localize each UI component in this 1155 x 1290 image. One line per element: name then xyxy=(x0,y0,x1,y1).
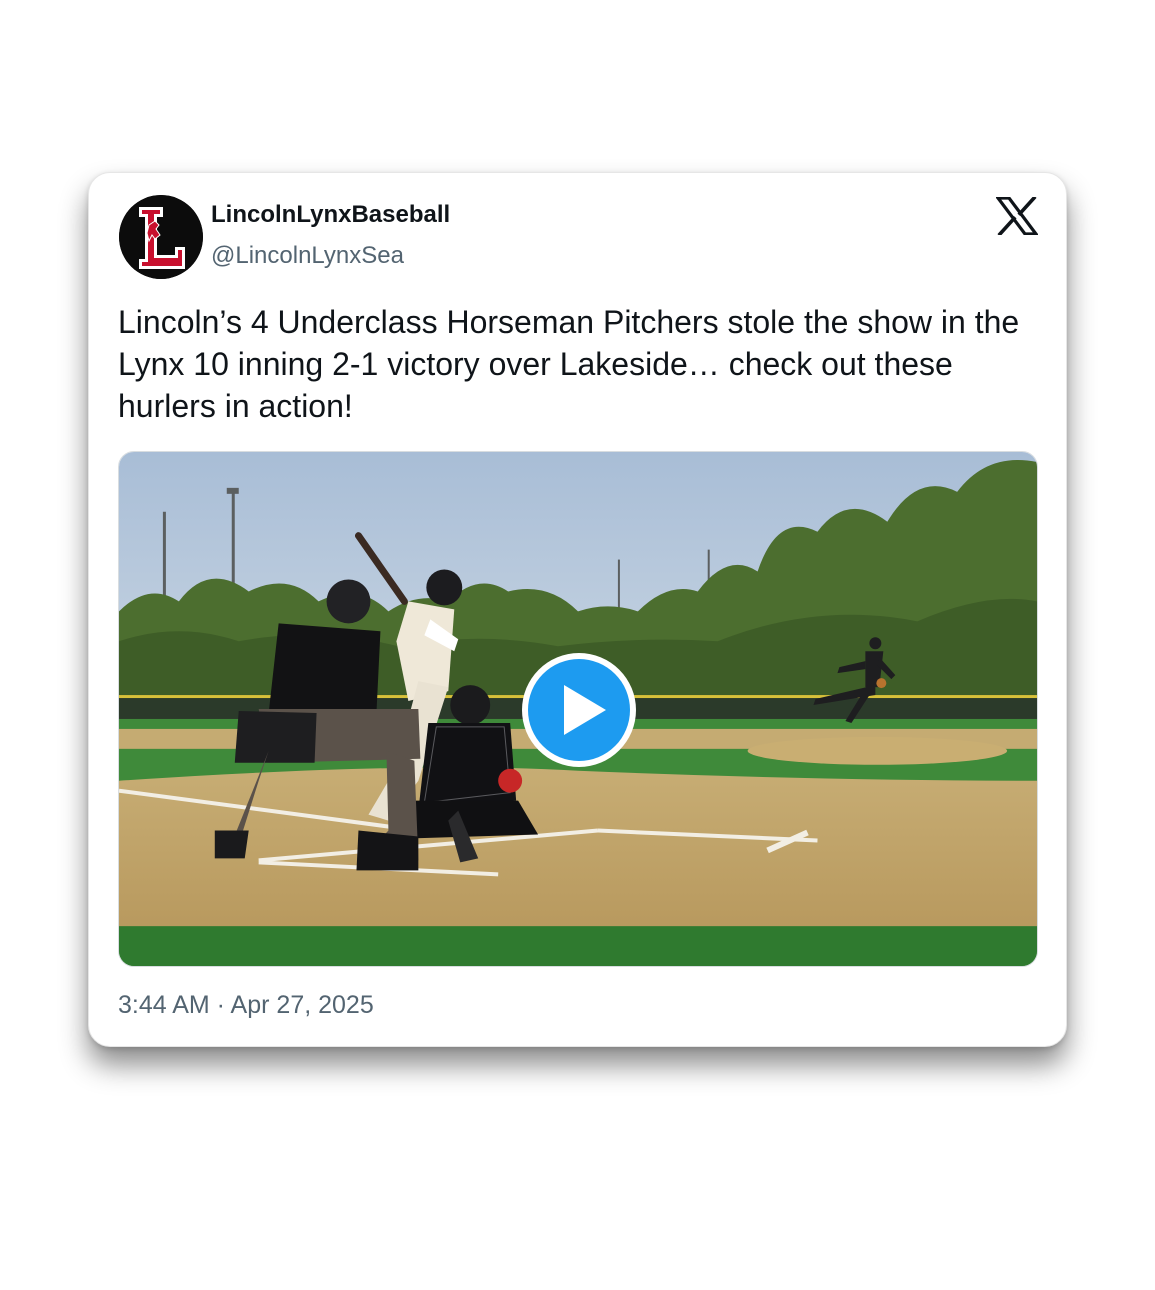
tweet-text: Lincoln’s 4 Underclass Horseman Pitchers… xyxy=(118,304,1020,424)
x-logo-icon[interactable] xyxy=(994,195,1040,237)
tweet-timestamp[interactable]: 3:44 AM · Apr 27, 2025 xyxy=(118,991,374,1020)
video-player[interactable] xyxy=(118,451,1038,967)
play-button[interactable] xyxy=(520,651,638,769)
tweet-card: LincolnLynxBaseball @LincolnLynxSea Linc… xyxy=(88,172,1067,1047)
display-name[interactable]: LincolnLynxBaseball xyxy=(211,201,450,229)
user-handle[interactable]: @LincolnLynxSea xyxy=(211,242,404,270)
lincoln-l-logo-icon xyxy=(119,195,203,279)
avatar[interactable] xyxy=(119,195,203,279)
